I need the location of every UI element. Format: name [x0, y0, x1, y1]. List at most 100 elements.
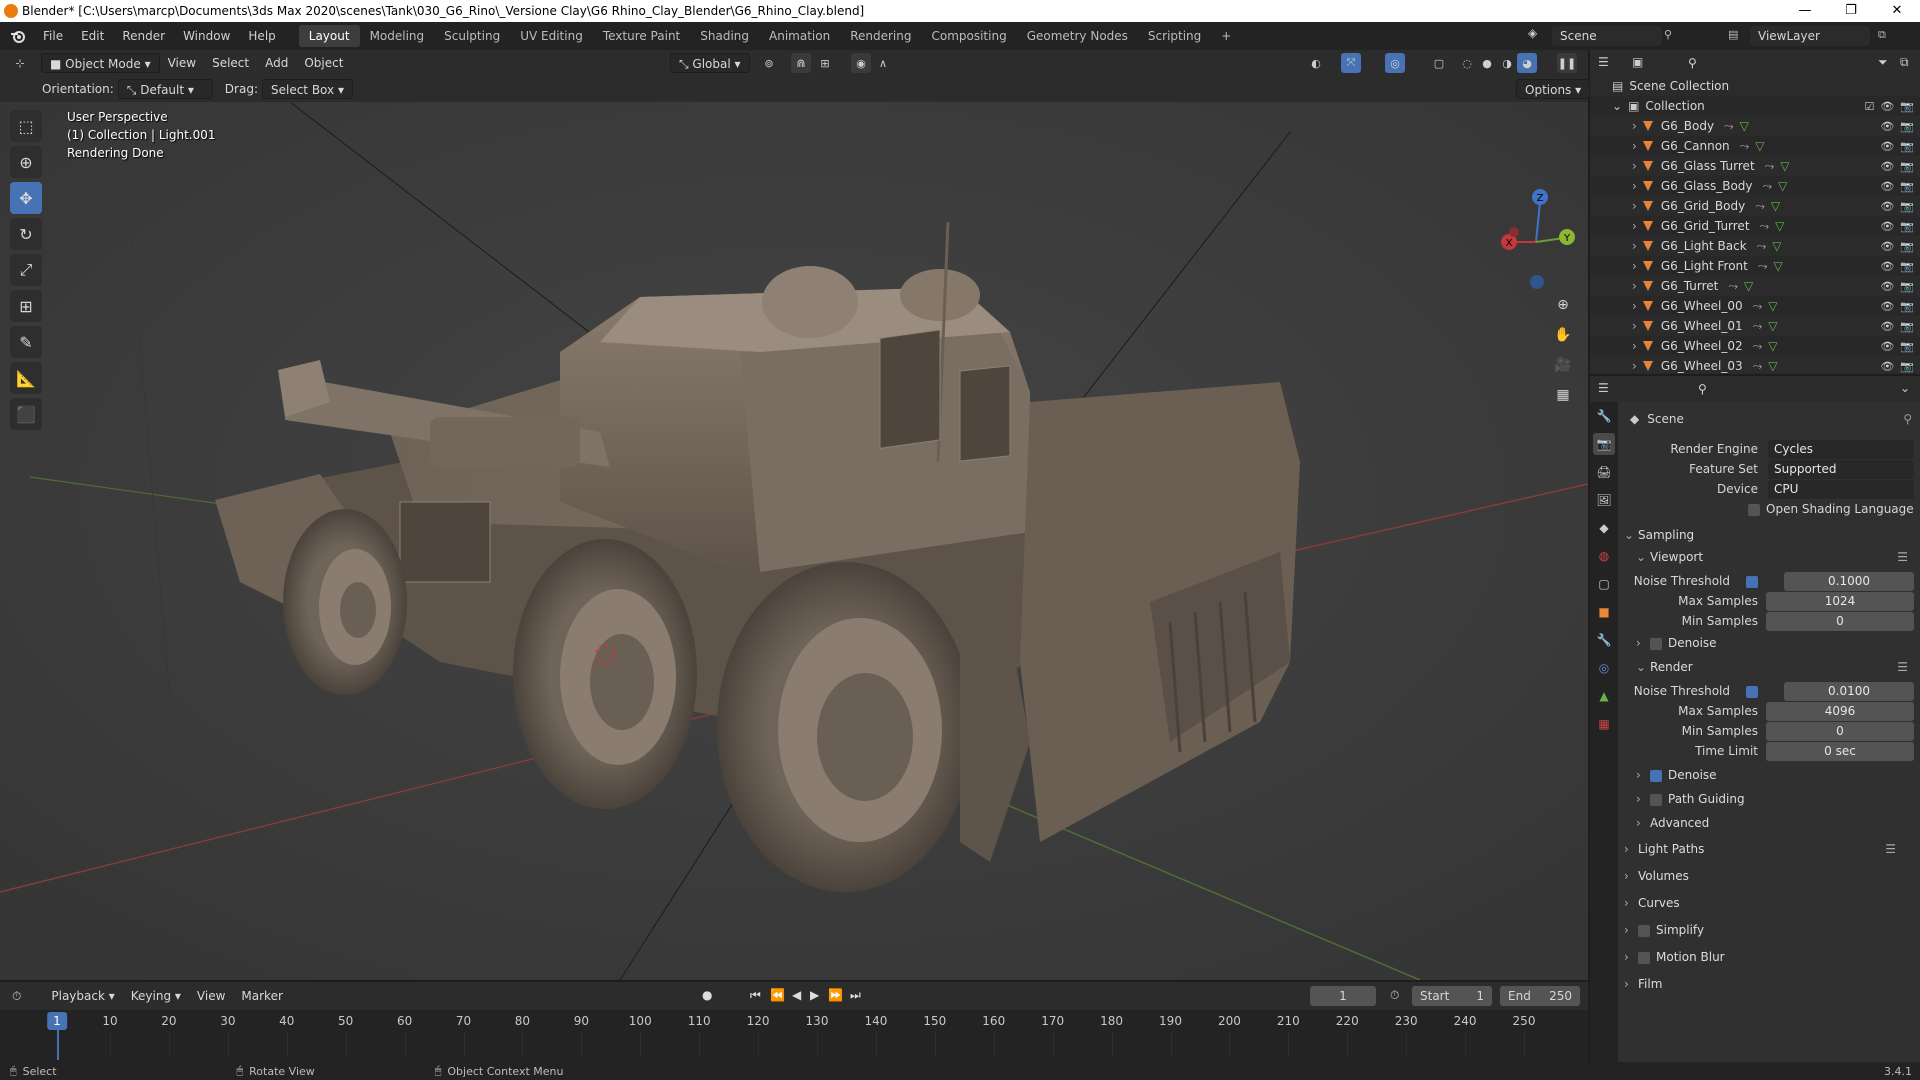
render-noise-checkbox[interactable]	[1746, 684, 1764, 698]
eye-icon[interactable]: 👁	[1880, 300, 1894, 313]
eye-icon[interactable]: 👁	[1880, 240, 1894, 253]
output-tab-icon[interactable]: 🖨	[1593, 461, 1615, 483]
expand-arrow-icon[interactable]: ›	[1632, 359, 1637, 373]
expand-arrow-icon[interactable]: ›	[1632, 179, 1637, 193]
menu-edit[interactable]: Edit	[72, 29, 113, 43]
camera-icon[interactable]: 📷	[1900, 240, 1914, 253]
camera-icon[interactable]: 📷	[1900, 140, 1914, 153]
transform-orientation-dropdown[interactable]: ⤡ Global ▾	[670, 53, 750, 73]
scale-tool-icon[interactable]: ⤢	[10, 254, 42, 286]
device-dropdown[interactable]: CPU	[1768, 479, 1914, 499]
pivot-point-icon[interactable]: ⊚	[759, 53, 779, 73]
expand-arrow-icon[interactable]: ›	[1632, 259, 1637, 273]
add-workspace-button[interactable]: +	[1211, 25, 1241, 47]
outliner-object-row[interactable]: › G6_Wheel_00 ⤳ ▽ 👁 📷	[1590, 296, 1920, 316]
camera-icon[interactable]: 📷	[1900, 360, 1914, 373]
end-frame-field[interactable]: End 250	[1500, 986, 1580, 1006]
tab-shading[interactable]: Shading	[690, 25, 759, 47]
pause-render-icon[interactable]: ❚❚	[1557, 53, 1577, 73]
camera-icon[interactable]: 📷	[1900, 320, 1914, 333]
camera-icon[interactable]: 📷	[1900, 100, 1914, 113]
tab-compositing[interactable]: Compositing	[921, 25, 1016, 47]
eye-icon[interactable]: 👁	[1880, 180, 1894, 193]
expand-arrow-icon[interactable]: ›	[1632, 219, 1637, 233]
3d-viewport[interactable]: Z X Y User Perspective (1) Collection | …	[0, 102, 1588, 980]
preview-range-icon[interactable]: ⏱	[1390, 988, 1399, 1003]
menu-add[interactable]: Add	[257, 53, 296, 73]
tool-tab-icon[interactable]: 🔧	[1593, 405, 1615, 427]
render-subpanel-header[interactable]: ⌄ Render ☰	[1636, 656, 1914, 678]
menu-select[interactable]: Select	[204, 53, 257, 73]
texture-tab-icon[interactable]: ▦	[1593, 713, 1615, 735]
expand-arrow-icon[interactable]: ›	[1632, 299, 1637, 313]
timeline-view-menu[interactable]: View	[189, 986, 233, 1006]
prev-keyframe-icon[interactable]: ⏪	[770, 988, 785, 1002]
motion-blur-checkbox[interactable]	[1638, 951, 1650, 964]
outliner-object-row[interactable]: › G6_Turret ⤳ ▽ 👁 📷	[1590, 276, 1920, 296]
osl-checkbox[interactable]	[1748, 502, 1766, 516]
object-tab-icon[interactable]: ■	[1593, 601, 1615, 623]
tab-uv-editing[interactable]: UV Editing	[510, 25, 593, 47]
blender-menu-icon[interactable]	[10, 28, 26, 44]
snap-target-icon[interactable]: ⊞	[815, 53, 835, 73]
outliner-object-row[interactable]: › G6_Light Front ⤳ ▽ 👁 📷	[1590, 256, 1920, 276]
close-button[interactable]: ✕	[1874, 0, 1920, 22]
path-guiding-checkbox[interactable]	[1650, 793, 1662, 806]
motion-blur-section[interactable]: › Motion Blur	[1624, 946, 1914, 968]
new-view-layer-icon[interactable]: ⧉	[1878, 28, 1886, 42]
select-box-tool-icon[interactable]: ⬚	[10, 110, 42, 142]
tab-geometry-nodes[interactable]: Geometry Nodes	[1017, 25, 1138, 47]
outliner-object-row[interactable]: › G6_Wheel_01 ⤳ ▽ 👁 📷	[1590, 316, 1920, 336]
outliner-object-row[interactable]: › G6_Light Back ⤳ ▽ 👁 📷	[1590, 236, 1920, 256]
menu-render[interactable]: Render	[113, 29, 174, 43]
expand-arrow-icon[interactable]: ›	[1632, 239, 1637, 253]
measure-tool-icon[interactable]: 📐	[10, 362, 42, 394]
scene-tab-icon[interactable]: ◆	[1593, 517, 1615, 539]
eye-icon[interactable]: 👁	[1880, 120, 1894, 133]
checkbox-icon[interactable]: ☑	[1864, 100, 1874, 113]
playhead[interactable]: 1	[47, 1012, 67, 1030]
render-engine-dropdown[interactable]: Cycles	[1768, 439, 1914, 459]
tab-animation[interactable]: Animation	[759, 25, 840, 47]
pan-hand-icon[interactable]: ✋	[1550, 322, 1576, 348]
visibility-icon[interactable]: ◐	[1306, 53, 1326, 73]
marker-menu[interactable]: Marker	[233, 986, 290, 1006]
rotate-tool-icon[interactable]: ↻	[10, 218, 42, 250]
camera-icon[interactable]: 📷	[1900, 180, 1914, 193]
time-limit-field[interactable]: 0 sec	[1766, 741, 1914, 761]
jump-start-icon[interactable]: ⏮	[750, 988, 761, 1003]
start-frame-field[interactable]: Start 1	[1412, 986, 1492, 1006]
eye-icon[interactable]: 👁	[1880, 360, 1894, 373]
camera-view-icon[interactable]: 🎥	[1550, 352, 1576, 378]
outliner-editor-icon[interactable]: ☰	[1598, 55, 1609, 69]
playback-menu[interactable]: Playback ▾	[43, 986, 122, 1006]
eye-icon[interactable]: 👁	[1880, 160, 1894, 173]
play-icon[interactable]: ▶	[810, 988, 819, 1002]
tab-scripting[interactable]: Scripting	[1138, 25, 1211, 47]
list-menu-icon[interactable]: ☰	[1885, 838, 1896, 860]
viewport-subpanel-header[interactable]: ⌄ Viewport ☰	[1636, 546, 1914, 568]
rendered-shading-icon[interactable]: ◕	[1517, 53, 1537, 73]
viewport-noise-threshold-field[interactable]: 0.1000	[1784, 571, 1914, 591]
gizmo-toggle-icon[interactable]: ⤧	[1341, 53, 1361, 73]
transform-tool-icon[interactable]: ⊞	[10, 290, 42, 322]
view-layer-tab-icon[interactable]: 🖼	[1593, 489, 1615, 511]
outliner-object-row[interactable]: › G6_Wheel_02 ⤳ ▽ 👁 📷	[1590, 336, 1920, 356]
new-collection-icon[interactable]: ⧉	[1900, 55, 1909, 70]
snap-icon[interactable]: ⋒	[791, 53, 811, 73]
camera-icon[interactable]: 📷	[1900, 280, 1914, 293]
eye-icon[interactable]: 👁	[1880, 220, 1894, 233]
tab-sculpting[interactable]: Sculpting	[434, 25, 510, 47]
next-keyframe-icon[interactable]: ⏩	[828, 988, 843, 1002]
keying-menu[interactable]: Keying ▾	[123, 986, 189, 1006]
simplify-checkbox[interactable]	[1638, 924, 1650, 937]
pin-icon[interactable]: ⚲	[1903, 412, 1912, 426]
record-icon[interactable]: ●	[702, 988, 712, 1002]
eye-icon[interactable]: 👁	[1880, 140, 1894, 153]
maximize-button[interactable]: ❐	[1828, 0, 1874, 22]
expand-arrow-icon[interactable]: ›	[1632, 139, 1637, 153]
simplify-section[interactable]: › Simplify	[1624, 919, 1914, 941]
camera-icon[interactable]: 📷	[1900, 120, 1914, 133]
render-tab-icon[interactable]: 📷	[1593, 433, 1615, 455]
properties-search-input[interactable]: ⚲	[1690, 379, 1800, 399]
